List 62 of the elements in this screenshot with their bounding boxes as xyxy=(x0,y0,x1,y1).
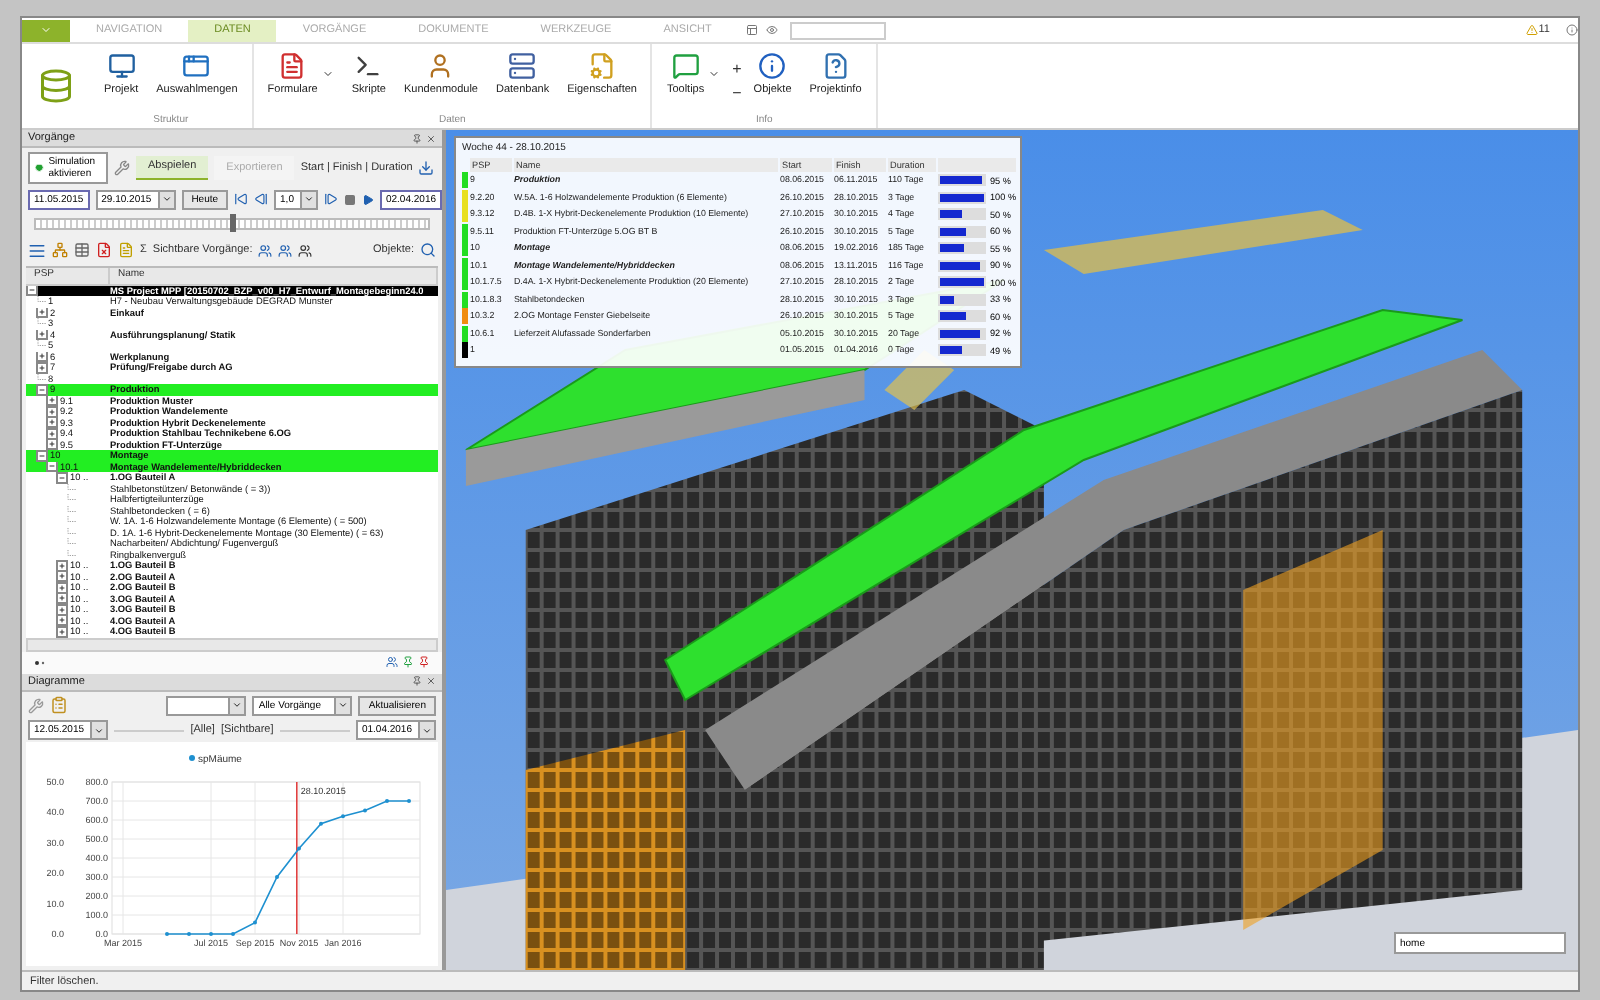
ribbon-icon xyxy=(671,52,700,80)
pin-icon[interactable] xyxy=(412,676,422,687)
wrench-icon[interactable] xyxy=(28,697,44,714)
pin-icon[interactable] xyxy=(418,656,430,669)
caret-icon xyxy=(321,68,334,80)
clipboard-icon[interactable] xyxy=(50,696,68,715)
application-menu-button[interactable] xyxy=(22,19,70,41)
table-icon[interactable] xyxy=(74,242,90,259)
minus-button[interactable]: − xyxy=(732,85,742,101)
expand-icon[interactable] xyxy=(56,604,68,615)
dropdown-arrow-icon[interactable] xyxy=(157,191,174,208)
expand-icon[interactable] xyxy=(56,582,68,593)
users-icon[interactable] xyxy=(258,243,273,258)
ribbon-icon xyxy=(107,52,136,80)
collapse-icon[interactable] xyxy=(36,450,48,461)
expand-icon[interactable] xyxy=(36,362,48,373)
expand-icon[interactable] xyxy=(56,560,68,571)
layout-icon[interactable] xyxy=(745,24,758,36)
users-icon[interactable] xyxy=(386,656,398,669)
ribbon-icon xyxy=(278,52,307,80)
collapse-icon[interactable] xyxy=(36,384,48,395)
ribbon-icon xyxy=(758,52,787,80)
expand-icon[interactable] xyxy=(36,307,48,318)
plus-button[interactable]: + xyxy=(732,61,742,77)
stop-icon[interactable] xyxy=(343,193,356,206)
ribbon-icon xyxy=(508,52,537,80)
expand-icon[interactable] xyxy=(56,626,68,637)
info-icon[interactable] xyxy=(1566,24,1578,36)
collapse-icon[interactable] xyxy=(46,461,58,472)
pin-icon[interactable] xyxy=(412,133,422,144)
pin-icon[interactable] xyxy=(402,656,414,669)
users-icon[interactable] xyxy=(278,243,293,258)
hierarchy-icon[interactable] xyxy=(52,242,68,259)
timeline-slider[interactable] xyxy=(34,217,430,231)
delete-filter-icon[interactable] xyxy=(96,242,112,259)
collapse-icon[interactable] xyxy=(26,285,38,296)
expand-icon[interactable] xyxy=(46,428,58,439)
step-back-icon[interactable] xyxy=(254,192,269,207)
step-forward-icon[interactable] xyxy=(323,192,338,207)
skip-back-icon[interactable] xyxy=(234,192,249,207)
eye-icon[interactable] xyxy=(765,24,778,36)
caret-icon xyxy=(40,24,52,36)
download-icon[interactable] xyxy=(418,159,435,176)
ribbon-icon xyxy=(354,52,383,80)
dots-icon xyxy=(34,659,46,666)
collapse-icon[interactable] xyxy=(56,472,68,483)
quick-search-field[interactable] xyxy=(789,21,886,39)
ribbon-icon xyxy=(821,52,850,80)
expand-icon[interactable] xyxy=(36,329,48,340)
search-icon[interactable] xyxy=(420,242,436,259)
ribbon-icon xyxy=(588,52,617,80)
ribbon-icon xyxy=(426,52,455,80)
play-icon[interactable] xyxy=(361,193,374,206)
list-icon[interactable] xyxy=(28,241,46,260)
power-icon xyxy=(34,158,45,177)
users-icon[interactable] xyxy=(298,243,313,258)
slider-thumb[interactable] xyxy=(229,213,235,232)
caret-icon xyxy=(708,68,721,80)
expand-icon[interactable] xyxy=(46,406,58,417)
filter-select[interactable] xyxy=(166,695,247,716)
ribbon-icon xyxy=(182,52,211,80)
wrench-icon[interactable] xyxy=(114,159,130,176)
